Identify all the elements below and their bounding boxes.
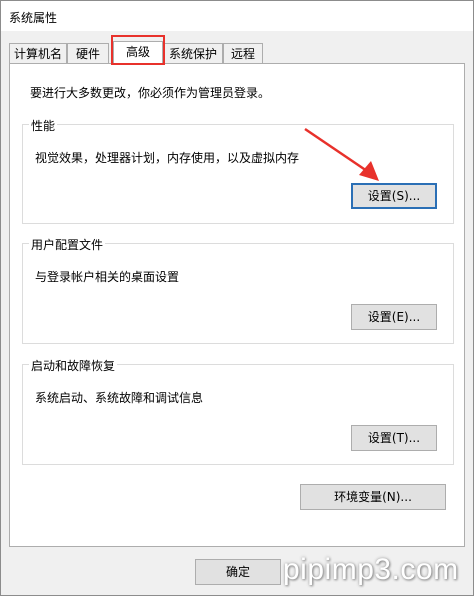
user-profiles-group-title: 用户配置文件 bbox=[29, 236, 106, 253]
tab-label: 计算机名 bbox=[13, 47, 62, 61]
environment-variables-button[interactable]: 环境变量(N)... bbox=[300, 484, 446, 510]
performance-description: 视觉效果，处理器计划，内存使用，以及虚拟内存 bbox=[35, 151, 300, 165]
ok-button[interactable]: 确定 bbox=[195, 559, 281, 585]
startup-recovery-group-title: 启动和故障恢复 bbox=[29, 357, 118, 374]
tab-system-protection[interactable]: 系统保护 bbox=[163, 43, 223, 63]
admin-note: 要进行大多数更改，你必须作为管理员登录。 bbox=[30, 86, 271, 100]
title-bar[interactable]: 系统属性 bbox=[1, 1, 473, 31]
tab-strip: 计算机名 硬件 高级 系统保护 远程 bbox=[9, 41, 465, 64]
startup-recovery-description: 系统启动、系统故障和调试信息 bbox=[35, 391, 204, 405]
tab-label: 硬件 bbox=[75, 47, 100, 61]
tab-computer-name[interactable]: 计算机名 bbox=[9, 43, 67, 63]
user-profiles-settings-button[interactable]: 设置(E)... bbox=[351, 304, 437, 330]
advanced-tab-panel: 要进行大多数更改，你必须作为管理员登录。 性能 视觉效果，处理器计划，内存使用，… bbox=[9, 63, 465, 547]
startup-recovery-settings-button[interactable]: 设置(T)... bbox=[351, 425, 437, 451]
tab-remote[interactable]: 远程 bbox=[223, 43, 263, 63]
system-properties-window: 系统属性 计算机名 硬件 高级 系统保护 远程 要进行大多数更改，你必须作为管理… bbox=[0, 0, 474, 596]
tab-hardware[interactable]: 硬件 bbox=[67, 43, 109, 63]
user-profiles-group: 用户配置文件 与登录帐户相关的桌面设置 设置(E)... bbox=[22, 236, 454, 344]
tab-label: 系统保护 bbox=[168, 47, 217, 61]
startup-recovery-group: 启动和故障恢复 系统启动、系统故障和调试信息 设置(T)... bbox=[22, 357, 454, 465]
tab-label: 远程 bbox=[230, 47, 255, 61]
performance-group-title: 性能 bbox=[29, 117, 58, 134]
red-arrow-annotation bbox=[304, 127, 379, 181]
window-title: 系统属性 bbox=[9, 11, 58, 25]
watermark-text: pipimp3.com bbox=[283, 553, 459, 586]
advanced-tab-highlight-box bbox=[111, 35, 165, 65]
user-profiles-description: 与登录帐户相关的桌面设置 bbox=[35, 270, 180, 284]
